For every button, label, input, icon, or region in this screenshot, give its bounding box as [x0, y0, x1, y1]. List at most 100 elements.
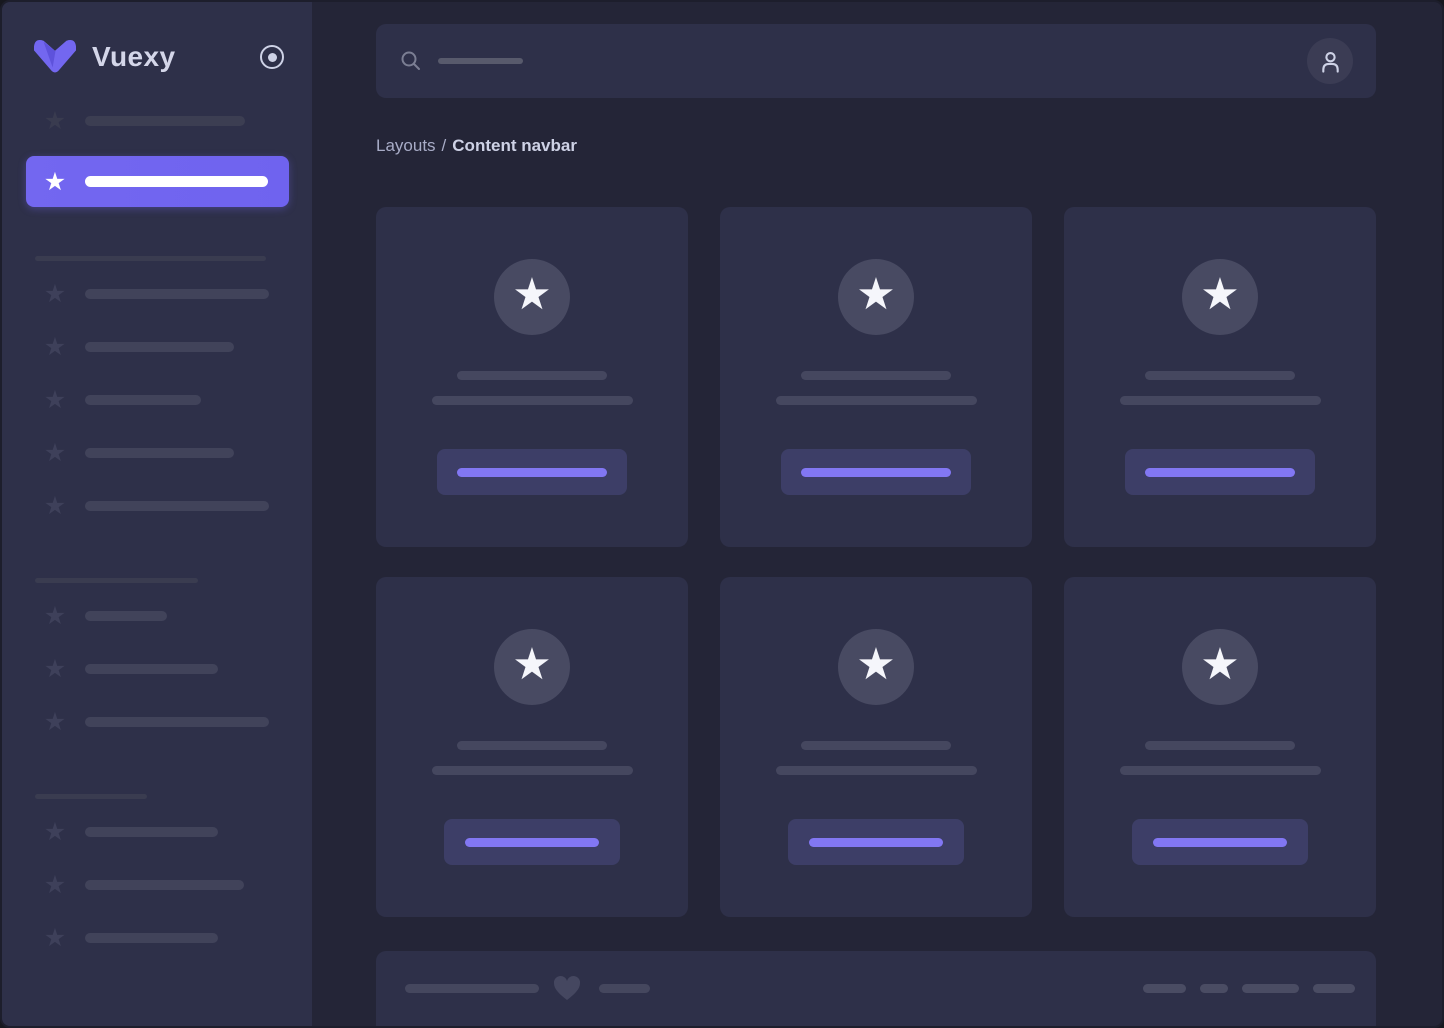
sidebar-item[interactable]: ★ [2, 603, 312, 629]
skeleton-label [85, 289, 269, 299]
star-icon: ★ [42, 387, 68, 413]
skeleton-subtitle [432, 396, 633, 405]
skeleton-label [85, 116, 245, 126]
skeleton-label [85, 880, 244, 890]
sidebar-item[interactable]: ★ [2, 925, 312, 951]
card-avatar-circle: ★ [1182, 259, 1258, 335]
card-avatar-circle: ★ [1182, 629, 1258, 705]
skeleton-button-label [457, 468, 607, 477]
skeleton-title [457, 741, 607, 750]
skeleton-label [85, 395, 201, 405]
sidebar-item[interactable]: ★ [2, 108, 312, 134]
star-icon: ★ [42, 493, 68, 519]
app-window: Vuexy ★ ★ ★ ★ ★ ★ ★ [0, 0, 1444, 1028]
star-icon: ★ [42, 656, 68, 682]
sidebar-section-header [35, 256, 266, 261]
star-icon: ★ [512, 273, 551, 317]
star-icon: ★ [1200, 643, 1239, 687]
star-icon: ★ [42, 819, 68, 845]
star-icon: ★ [42, 440, 68, 466]
sidebar-item[interactable]: ★ [2, 334, 312, 360]
card-action-button[interactable] [1132, 819, 1308, 865]
star-icon: ★ [42, 169, 68, 195]
sidebar-item[interactable]: ★ [2, 387, 312, 413]
card-action-button[interactable] [444, 819, 620, 865]
sidebar-header: Vuexy [2, 2, 312, 78]
star-icon: ★ [856, 643, 895, 687]
skeleton-subtitle [776, 766, 977, 775]
sidebar-item[interactable]: ★ [2, 281, 312, 307]
skeleton-subtitle [1120, 396, 1321, 405]
skeleton-button-label [801, 468, 951, 477]
card-avatar-circle: ★ [494, 259, 570, 335]
skeleton-text [405, 984, 539, 993]
search-icon [400, 50, 422, 72]
menu-pin-toggle-icon[interactable] [260, 45, 284, 69]
card-action-button[interactable] [788, 819, 964, 865]
bottom-card-row [376, 951, 1376, 1002]
card-action-button[interactable] [1125, 449, 1315, 495]
sidebar-item[interactable]: ★ [2, 440, 312, 466]
sidebar-item[interactable]: ★ [2, 872, 312, 898]
card-action-button[interactable] [437, 449, 627, 495]
skeleton-label [85, 933, 218, 943]
skeleton-button-label [465, 838, 599, 847]
skeleton-label [85, 342, 234, 352]
skeleton-title [801, 371, 951, 380]
skeleton-text [1200, 984, 1228, 993]
top-navbar [376, 24, 1376, 98]
bottom-card-right-group [1143, 984, 1355, 993]
bottom-card [376, 951, 1376, 1028]
feature-card: ★ [376, 207, 688, 547]
card-avatar-circle: ★ [838, 259, 914, 335]
feature-card: ★ [720, 577, 1032, 917]
star-icon: ★ [1200, 273, 1239, 317]
main-content: Layouts / Content navbar ★ ★ [312, 2, 1442, 1026]
sidebar: Vuexy ★ ★ ★ ★ ★ ★ ★ [2, 2, 312, 1026]
skeleton-title [1145, 371, 1295, 380]
feature-card: ★ [1064, 207, 1376, 547]
star-icon: ★ [42, 925, 68, 951]
card-avatar-circle: ★ [838, 629, 914, 705]
skeleton-subtitle [1120, 766, 1321, 775]
skeleton-title [1145, 741, 1295, 750]
feature-card: ★ [1064, 577, 1376, 917]
skeleton-button-label [1145, 468, 1295, 477]
feature-card: ★ [376, 577, 688, 917]
user-avatar[interactable] [1307, 38, 1353, 84]
star-icon: ★ [42, 603, 68, 629]
breadcrumb: Layouts / Content navbar [376, 136, 1376, 156]
star-icon: ★ [42, 709, 68, 735]
sidebar-item[interactable]: ★ [2, 819, 312, 845]
skeleton-text [1242, 984, 1299, 993]
star-icon: ★ [42, 334, 68, 360]
skeleton-label [85, 448, 234, 458]
feature-card: ★ [720, 207, 1032, 547]
sidebar-section-header [35, 578, 198, 583]
breadcrumb-current: Content navbar [452, 136, 577, 156]
vuexy-logo-icon [30, 36, 80, 78]
breadcrumb-separator: / [442, 136, 447, 156]
sidebar-section-header [35, 794, 147, 799]
skeleton-text [1143, 984, 1186, 993]
card-action-button[interactable] [781, 449, 971, 495]
breadcrumb-parent[interactable]: Layouts [376, 136, 436, 156]
star-icon: ★ [42, 108, 68, 134]
sidebar-item[interactable]: ★ [2, 709, 312, 735]
person-icon [1319, 49, 1342, 74]
skeleton-label [85, 611, 167, 621]
skeleton-label [85, 717, 269, 727]
star-icon: ★ [856, 273, 895, 317]
sidebar-item-active[interactable]: ★ [26, 156, 289, 207]
star-icon: ★ [42, 872, 68, 898]
skeleton-text [1313, 984, 1355, 993]
search-input[interactable] [400, 24, 1307, 98]
card-avatar-circle: ★ [494, 629, 570, 705]
skeleton-label [85, 827, 218, 837]
skeleton-button-label [1153, 838, 1287, 847]
card-grid: ★ ★ ★ [376, 207, 1376, 917]
sidebar-item[interactable]: ★ [2, 493, 312, 519]
skeleton-subtitle [776, 396, 977, 405]
sidebar-item[interactable]: ★ [2, 656, 312, 682]
skeleton-title [457, 371, 607, 380]
